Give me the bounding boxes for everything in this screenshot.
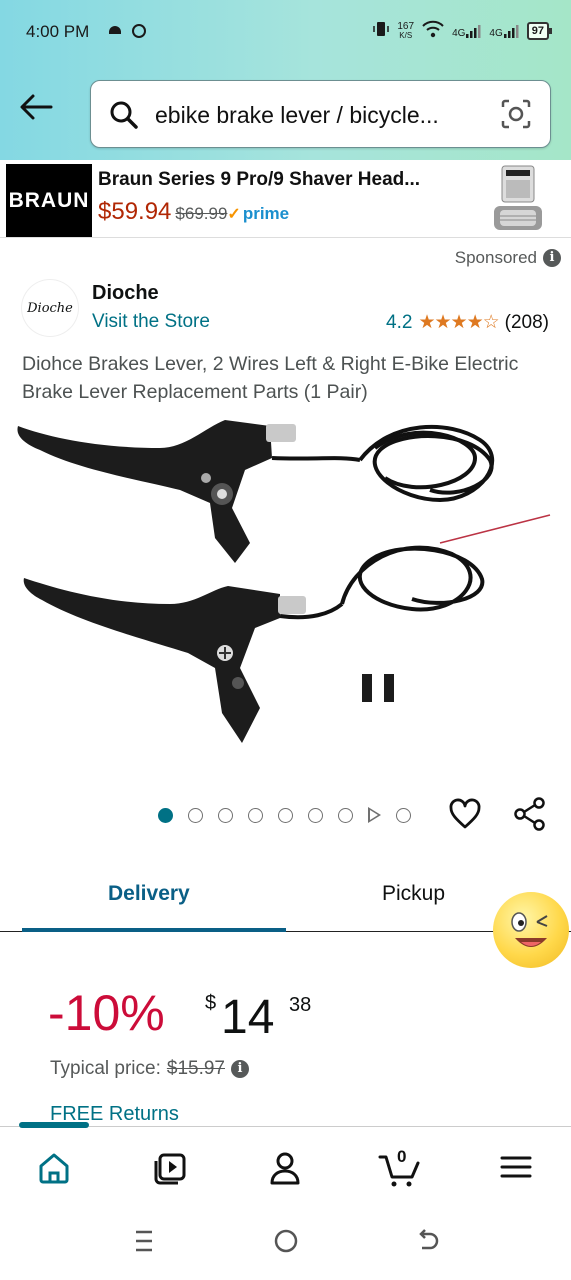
rating-summary[interactable]: 4.2 ★★★★☆ (208) [386, 311, 549, 334]
net-speed-unit: K/S [399, 30, 413, 40]
tab-pickup[interactable]: Pickup [382, 882, 445, 906]
banner-list-price: $69.99 [175, 204, 228, 223]
net1-label: 4G [452, 27, 466, 39]
product-image[interactable] [10, 408, 560, 778]
arrow-left-icon [20, 94, 53, 120]
typical-price-label: Typical price: [50, 1058, 161, 1079]
product-title: Diohce Brakes Lever, 2 Wires Left & Righ… [22, 353, 519, 403]
brake-lever-bottom-illustration [23, 514, 551, 743]
info-icon[interactable]: i [231, 1060, 249, 1078]
visit-store-link[interactable]: Visit the Store [92, 311, 210, 333]
system-back-icon[interactable] [414, 1226, 442, 1261]
recent-apps-icon[interactable] [130, 1226, 158, 1261]
video-play-icon[interactable] [368, 807, 381, 823]
gallery-dot[interactable] [308, 807, 323, 823]
brake-lever-top-illustration [17, 420, 495, 563]
sponsored-label[interactable]: Sponsored i [455, 248, 561, 268]
braun-logo: BRAUN [6, 164, 92, 237]
signal-1: 4G [452, 23, 481, 39]
signal-bars-icon [503, 24, 519, 38]
back-button[interactable] [18, 92, 58, 132]
net-speed-value: 167 [397, 20, 415, 32]
camera-search-icon[interactable] [500, 98, 532, 135]
signal-2: 4G [489, 23, 519, 39]
home-circle-icon[interactable] [272, 1226, 300, 1261]
header-area: 4:00 PM 167 K/S 4G 4G 97 ebike brake lev… [0, 0, 571, 160]
nav-active-indicator [19, 1122, 89, 1128]
circle-status-icon [130, 22, 148, 44]
heart-icon [449, 798, 481, 829]
gallery-pagination[interactable] [158, 807, 411, 823]
prime-check-icon: ✓ [227, 206, 241, 223]
star-rating-icon: ★★★★☆ [418, 312, 499, 333]
prime-label: prime [242, 204, 290, 223]
seller-name: Dioche [92, 282, 159, 304]
gallery-dot[interactable] [188, 807, 203, 823]
sponsored-text: Sponsored [454, 248, 537, 267]
status-bar: 4:00 PM 167 K/S 4G 4G 97 [0, 0, 571, 64]
search-input[interactable]: ebike brake lever / bicycle... [155, 102, 485, 129]
gallery-dot[interactable] [218, 807, 233, 823]
cart-count: 0 [397, 1147, 407, 1166]
search-icon[interactable] [109, 100, 139, 135]
net-speed: 167 K/S [397, 20, 415, 40]
vibrate-icon [373, 20, 390, 41]
wishlist-heart-button[interactable] [448, 798, 482, 835]
seller-logo[interactable]: Dioche [22, 280, 78, 336]
video-library-icon[interactable] [150, 1149, 190, 1189]
battery-indicator: 97 [526, 21, 553, 40]
home-icon[interactable] [35, 1149, 75, 1189]
tab-delivery[interactable]: Delivery [108, 882, 190, 906]
gallery-dot[interactable] [396, 807, 411, 823]
search-bar[interactable]: ebike brake lever / bicycle... [90, 80, 551, 148]
menu-icon[interactable] [498, 1149, 538, 1189]
banner-price: $59.94 [98, 198, 172, 225]
share-icon [514, 797, 545, 831]
status-time: 4:00 PM [26, 22, 90, 41]
review-count: (208) [504, 311, 549, 333]
active-tab-indicator [22, 928, 286, 932]
status-right-icons: 167 K/S 4G 4G 97 [373, 20, 553, 41]
system-nav-bar [0, 1206, 571, 1280]
typical-price-value: $15.97 [166, 1058, 225, 1079]
bottom-nav: 0 [0, 1122, 571, 1206]
banner-title[interactable]: Braun Series 9 Pro/9 Shaver Head... [98, 169, 420, 191]
discount-percent: -10% [48, 985, 165, 1041]
gallery-dot[interactable] [248, 807, 263, 823]
price-whole: 14 [221, 991, 275, 1044]
rating-value: 4.2 [386, 311, 413, 333]
banner-price-line: $59.94 $69.99✓ prime [98, 198, 289, 226]
info-icon[interactable]: i [543, 249, 561, 267]
price-fraction: 38 [289, 994, 312, 1016]
net2-label: 4G [489, 27, 503, 39]
gallery-dot[interactable] [278, 807, 293, 823]
account-icon[interactable] [266, 1149, 306, 1189]
currency-symbol: $ [205, 992, 217, 1014]
shaver-head-image[interactable] [488, 164, 548, 234]
gallery-dot[interactable] [158, 807, 173, 823]
typical-price: Typical price: $15.97 i [50, 1058, 249, 1080]
gallery-dot[interactable] [338, 807, 353, 823]
sponsored-banner[interactable]: BRAUN Braun Series 9 Pro/9 Shaver Head..… [0, 160, 571, 238]
fulfillment-tabs: Delivery Pickup [0, 860, 571, 932]
wifi-icon [422, 20, 444, 41]
signal-bars-icon [466, 24, 481, 38]
winking-emoji-bubble[interactable] [493, 892, 569, 968]
android-icon [106, 22, 124, 44]
share-button[interactable] [512, 796, 548, 837]
